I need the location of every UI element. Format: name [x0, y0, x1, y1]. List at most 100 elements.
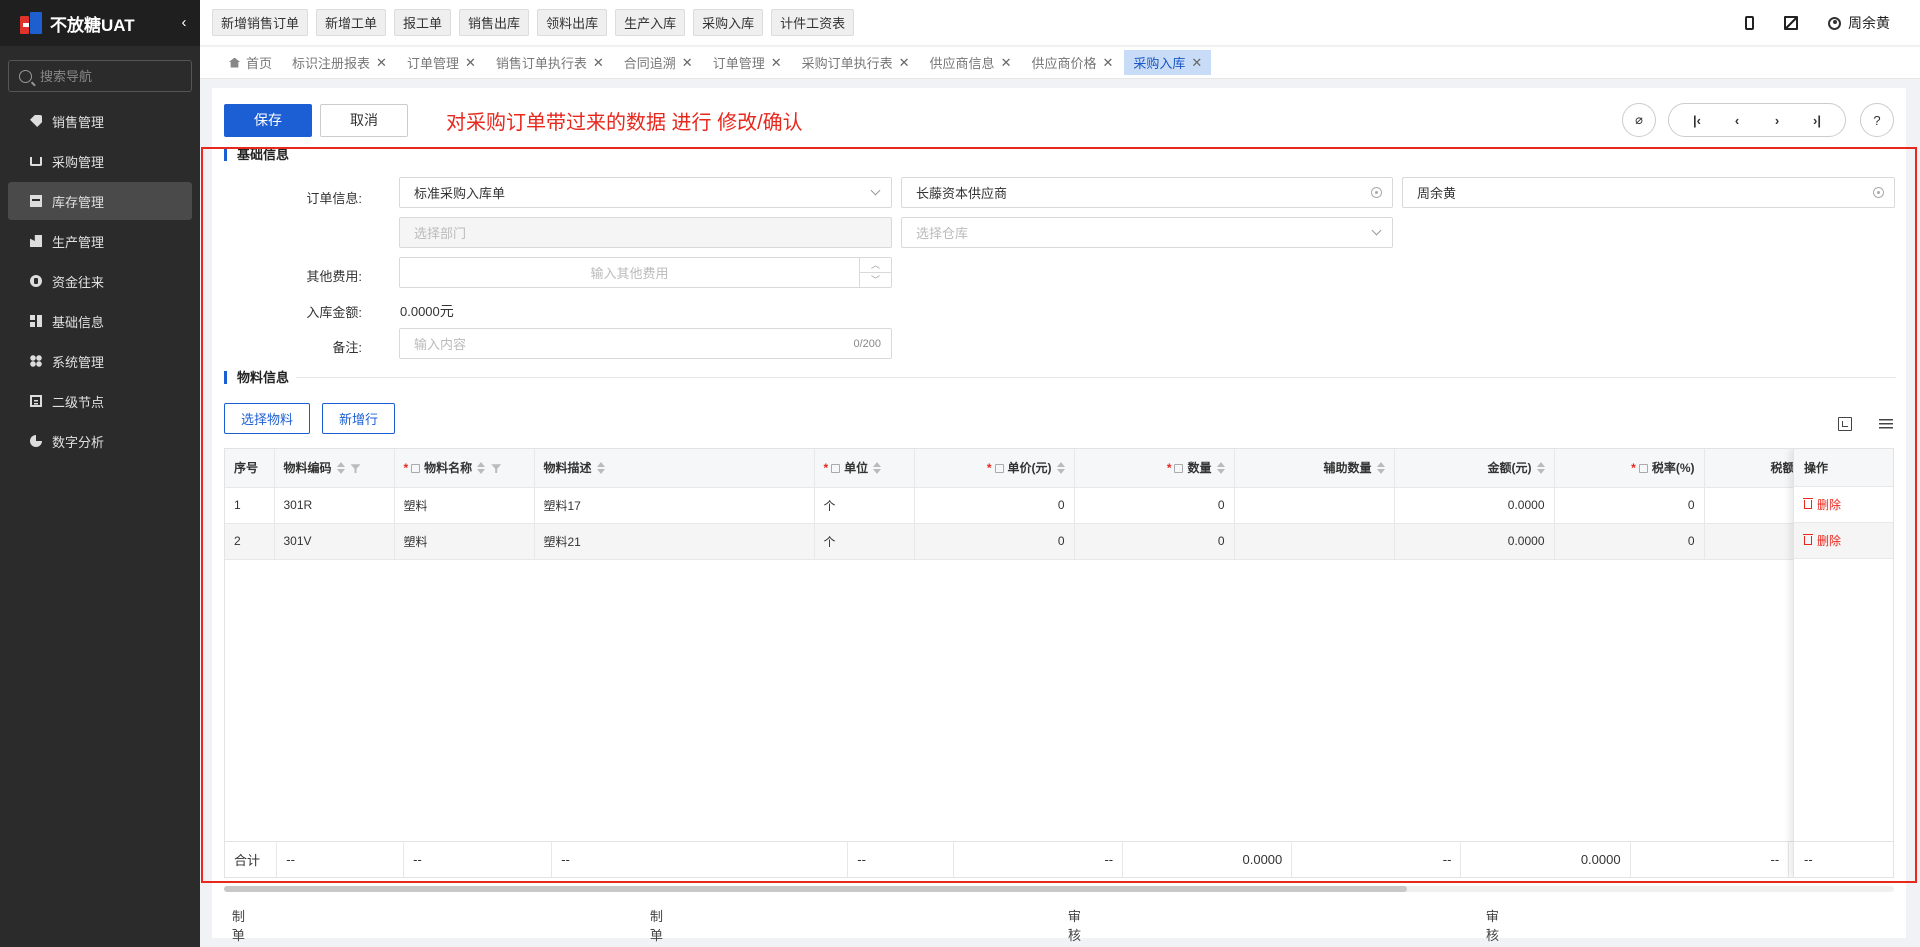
- order-type-select[interactable]: 标准采购入库单: [399, 177, 892, 208]
- sort-icon[interactable]: [596, 462, 605, 475]
- collapse-sidebar-icon[interactable]: ‹: [176, 14, 192, 32]
- department-select[interactable]: 选择部门: [399, 217, 892, 248]
- column-settings-icon[interactable]: [1879, 417, 1893, 431]
- sidebar-item-purchase[interactable]: 采购管理: [8, 142, 192, 180]
- col-desc-header[interactable]: 物料描述: [534, 449, 815, 488]
- sidebar-item-secondary-node[interactable]: 二级节点: [8, 382, 192, 420]
- nav-search-input[interactable]: [40, 68, 180, 84]
- quick-work-report-button[interactable]: 报工单: [394, 9, 452, 36]
- col-name-header[interactable]: * 物料名称: [394, 449, 535, 488]
- mobile-icon[interactable]: [1745, 16, 1754, 30]
- cell-tax-rate[interactable]: 0: [1554, 487, 1705, 524]
- next-record-icon[interactable]: ›: [1757, 113, 1797, 128]
- col-qty-header[interactable]: * 数量: [1074, 449, 1235, 488]
- sidebar-item-system[interactable]: 系统管理: [8, 342, 192, 380]
- prev-record-icon[interactable]: ‹: [1717, 113, 1757, 128]
- cell-code[interactable]: 301V: [274, 523, 395, 560]
- quick-sales-outbound-button[interactable]: 销售出库: [459, 9, 530, 36]
- cell-qty[interactable]: 0: [1074, 487, 1235, 524]
- sort-icon[interactable]: [1536, 462, 1545, 475]
- attachment-icon[interactable]: ⌀: [1622, 103, 1656, 137]
- add-row-button[interactable]: 新增行: [322, 403, 396, 434]
- tab-supplier-price[interactable]: 供应商价格 ✕: [1022, 50, 1122, 75]
- tab-contract-trace[interactable]: 合同追溯 ✕: [615, 50, 702, 75]
- horizontal-scrollbar[interactable]: [224, 886, 1894, 892]
- sidebar-item-finance[interactable]: 资金往来: [8, 262, 192, 300]
- close-icon[interactable]: ✕: [1191, 55, 1202, 71]
- close-icon[interactable]: ✕: [899, 55, 910, 71]
- close-icon[interactable]: ✕: [682, 55, 693, 71]
- lookup-icon[interactable]: [1371, 187, 1382, 198]
- last-record-icon[interactable]: ›|: [1797, 113, 1837, 128]
- tab-supplier-info[interactable]: 供应商信息 ✕: [921, 50, 1021, 75]
- sidebar-item-basic-info[interactable]: 基础信息: [8, 302, 192, 340]
- user-menu[interactable]: 周余黄: [1828, 13, 1890, 33]
- sort-icon[interactable]: [1216, 462, 1225, 475]
- cell-unit[interactable]: 个: [814, 523, 915, 560]
- chevron-up-icon[interactable]: ︿: [860, 258, 891, 273]
- close-icon[interactable]: ✕: [376, 55, 387, 71]
- cell-aux-qty[interactable]: [1234, 523, 1395, 560]
- quick-new-work-order-button[interactable]: 新增工单: [316, 9, 387, 36]
- quick-new-sales-order-button[interactable]: 新增销售订单: [212, 9, 309, 36]
- filter-icon[interactable]: [491, 464, 502, 474]
- select-material-button[interactable]: 选择物料: [224, 403, 311, 434]
- close-icon[interactable]: ✕: [1102, 55, 1113, 71]
- warehouse-select[interactable]: 选择仓库: [901, 217, 1393, 248]
- col-code-header[interactable]: 物料编码: [274, 449, 395, 488]
- sort-icon[interactable]: [1376, 462, 1385, 475]
- owner-field[interactable]: 周余黄: [1402, 177, 1895, 208]
- tab-purchase-inbound[interactable]: 采购入库 ✕: [1124, 50, 1212, 75]
- sort-icon[interactable]: [336, 462, 345, 475]
- tab-order-management-2[interactable]: 订单管理 ✕: [704, 50, 791, 75]
- sidebar-item-inventory[interactable]: 库存管理: [8, 182, 192, 220]
- fullscreen-icon[interactable]: [1838, 417, 1852, 431]
- sort-icon[interactable]: [1056, 462, 1065, 475]
- filter-icon[interactable]: [350, 464, 361, 474]
- cell-price[interactable]: 0: [914, 487, 1075, 524]
- tab-order-management[interactable]: 订单管理 ✕: [398, 50, 485, 75]
- quick-material-outbound-button[interactable]: 领料出库: [537, 9, 608, 36]
- quick-piecework-wage-button[interactable]: 计件工资表: [771, 9, 855, 36]
- col-price-header[interactable]: * 单价(元): [914, 449, 1075, 488]
- sidebar-item-analytics[interactable]: 数字分析: [8, 422, 192, 460]
- quick-purchase-inbound-button[interactable]: 采购入库: [693, 9, 764, 36]
- close-icon[interactable]: ✕: [465, 55, 476, 71]
- remark-input[interactable]: 输入内容 0/200: [399, 328, 892, 359]
- col-unit-header[interactable]: * 单位: [814, 449, 915, 488]
- lookup-icon[interactable]: [1873, 187, 1884, 198]
- cell-name[interactable]: 塑料: [394, 487, 535, 524]
- close-icon[interactable]: ✕: [771, 55, 782, 71]
- col-amount-header[interactable]: 金额(元): [1394, 449, 1555, 488]
- delete-row-button[interactable]: 删除: [1794, 523, 1893, 559]
- tab-purchase-order-execution[interactable]: 采购订单执行表 ✕: [793, 50, 919, 75]
- cell-unit[interactable]: 个: [814, 487, 915, 524]
- tab-sales-order-execution[interactable]: 销售订单执行表 ✕: [487, 50, 613, 75]
- tab-label-registration-report[interactable]: 标识注册报表 ✕: [283, 50, 396, 75]
- supplier-field[interactable]: 长藤资本供应商: [901, 177, 1393, 208]
- cell-aux-qty[interactable]: [1234, 487, 1395, 524]
- sidebar-item-production[interactable]: 生产管理: [8, 222, 192, 260]
- col-aux-qty-header[interactable]: 辅助数量: [1234, 449, 1395, 488]
- cell-qty[interactable]: 0: [1074, 523, 1235, 560]
- scrollbar-thumb[interactable]: [224, 886, 1407, 892]
- close-icon[interactable]: ✕: [1001, 55, 1012, 71]
- cell-tax-rate[interactable]: 0: [1554, 523, 1705, 560]
- sidebar-item-sales[interactable]: 销售管理: [8, 102, 192, 140]
- delete-row-button[interactable]: 删除: [1794, 487, 1893, 523]
- cell-name[interactable]: 塑料: [394, 523, 535, 560]
- table-row[interactable]: 1 301R 塑料 塑料17 个 0 0 0.0000 0: [225, 487, 1805, 524]
- dashboard-icon[interactable]: [1784, 16, 1798, 30]
- tab-home[interactable]: 首页: [220, 50, 281, 75]
- sort-icon[interactable]: [477, 462, 486, 475]
- save-button[interactable]: 保存: [224, 103, 312, 137]
- col-tax-rate-header[interactable]: * 税率(%): [1554, 449, 1705, 488]
- close-icon[interactable]: ✕: [593, 55, 604, 71]
- help-icon[interactable]: ?: [1860, 103, 1894, 137]
- cell-price[interactable]: 0: [914, 523, 1075, 560]
- table-row[interactable]: 2 301V 塑料 塑料21 个 0 0 0.0000 0: [225, 523, 1805, 560]
- sort-icon[interactable]: [873, 462, 882, 475]
- cell-code[interactable]: 301R: [274, 487, 395, 524]
- chevron-down-icon[interactable]: ﹀: [860, 273, 891, 288]
- first-record-icon[interactable]: |‹: [1677, 113, 1717, 128]
